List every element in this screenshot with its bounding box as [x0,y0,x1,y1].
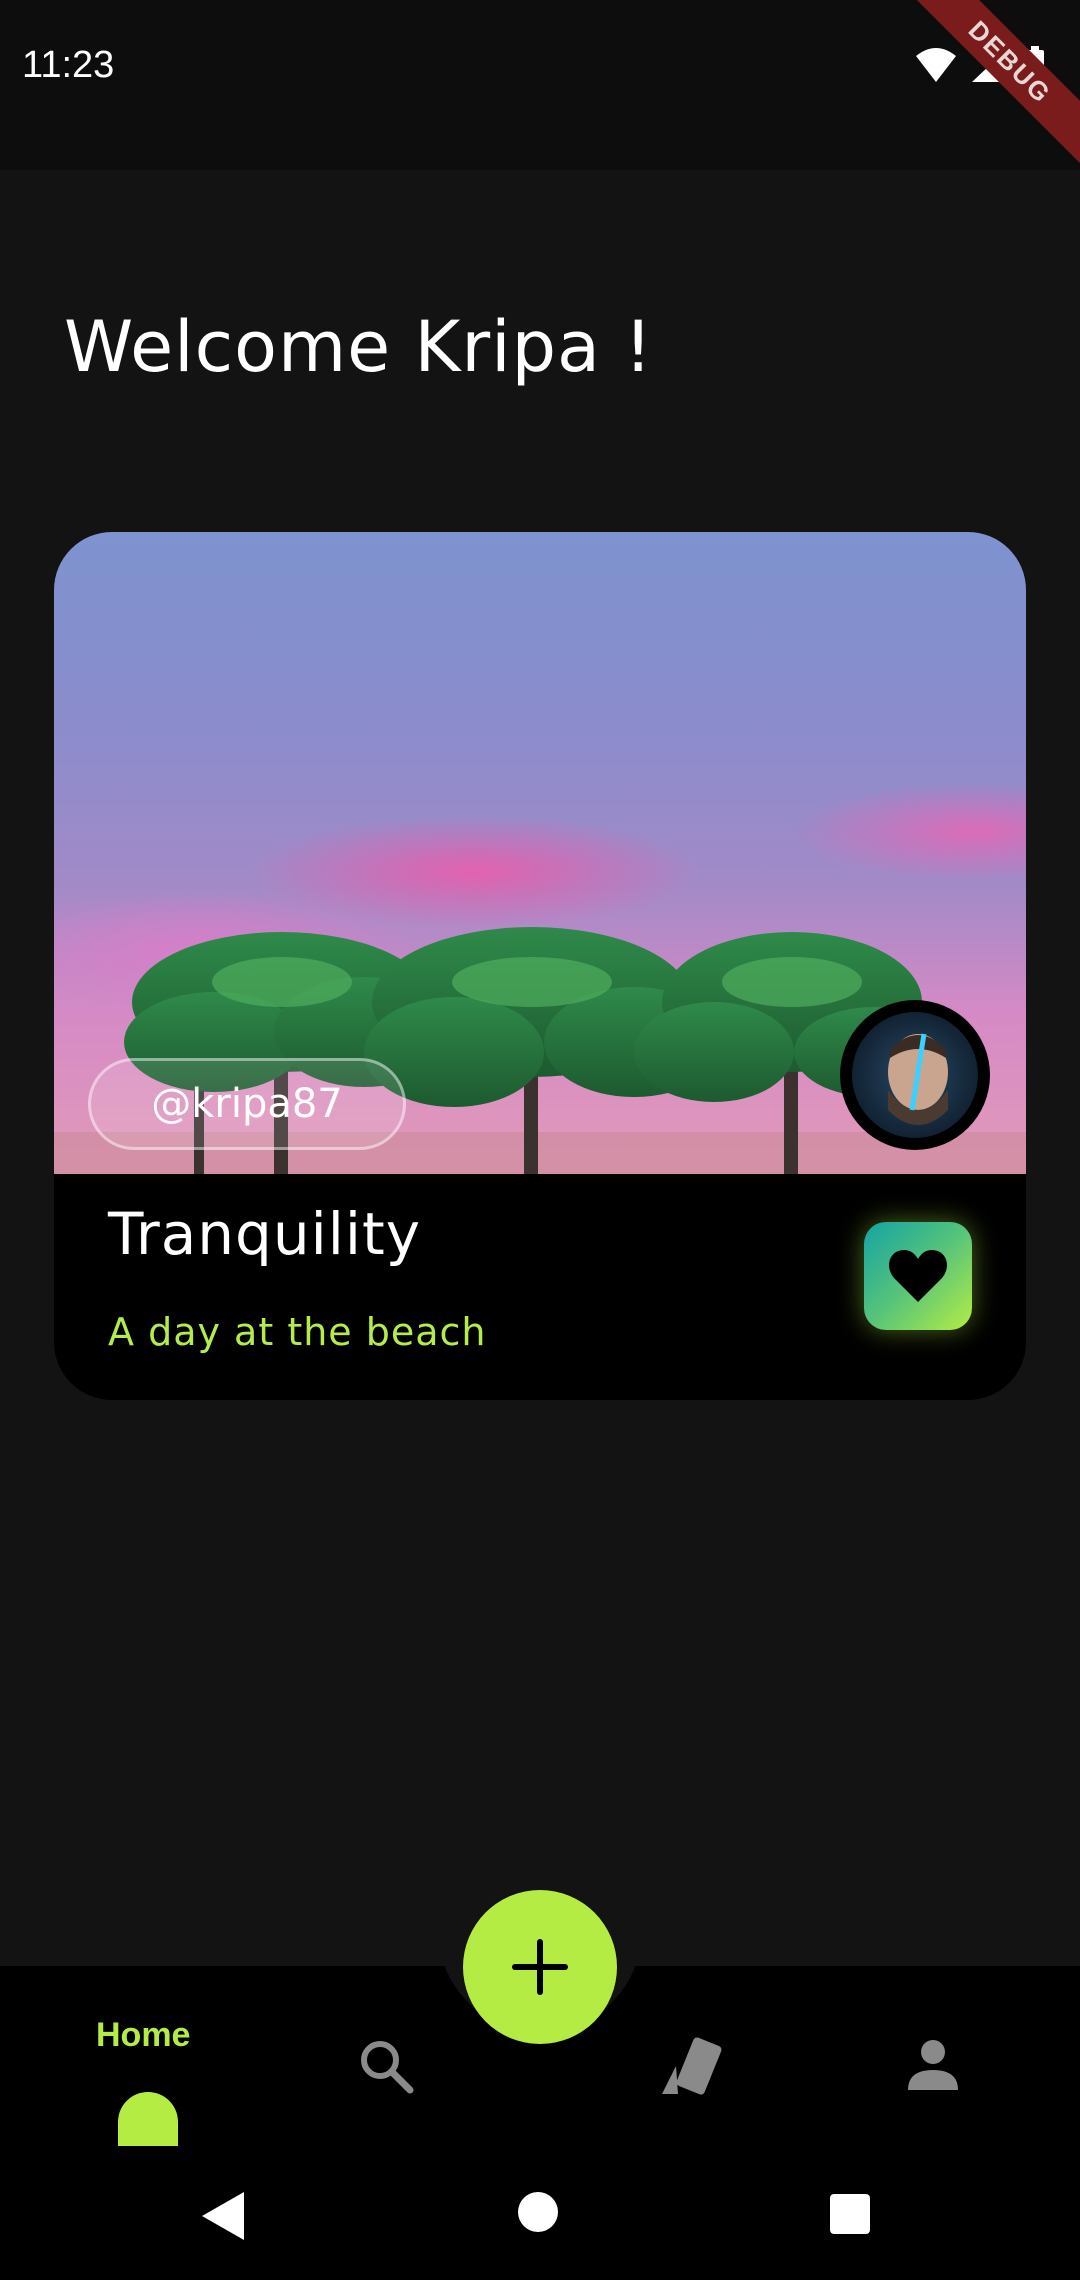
search-icon[interactable] [356,2036,416,2096]
username-chip[interactable]: @kripa87 [88,1058,406,1150]
add-post-button[interactable] [463,1890,617,2044]
heart-icon [889,1250,947,1302]
post-subtitle: A day at the beach [108,1310,487,1354]
author-avatar[interactable] [840,1000,990,1150]
person-icon[interactable] [904,2036,962,2094]
status-bar: 11:23 DEBUG [0,0,1080,170]
recents-icon[interactable] [830,2194,870,2234]
back-icon[interactable] [200,2190,246,2242]
nav-item-home-indicator[interactable] [118,2092,178,2146]
like-button[interactable] [864,1222,972,1330]
nav-item-home-label[interactable]: Home [96,2016,190,2055]
welcome-heading: Welcome Kripa ! [64,306,654,388]
cards-icon[interactable] [658,2036,728,2100]
post-card[interactable]: @kripa87 Tranquility A day at the beach [54,532,1026,1400]
home-circle-icon[interactable] [518,2192,558,2232]
wifi-icon [916,48,956,82]
post-title: Tranquility [108,1200,422,1268]
status-time: 11:23 [22,44,115,86]
plus-icon [512,1939,568,1995]
